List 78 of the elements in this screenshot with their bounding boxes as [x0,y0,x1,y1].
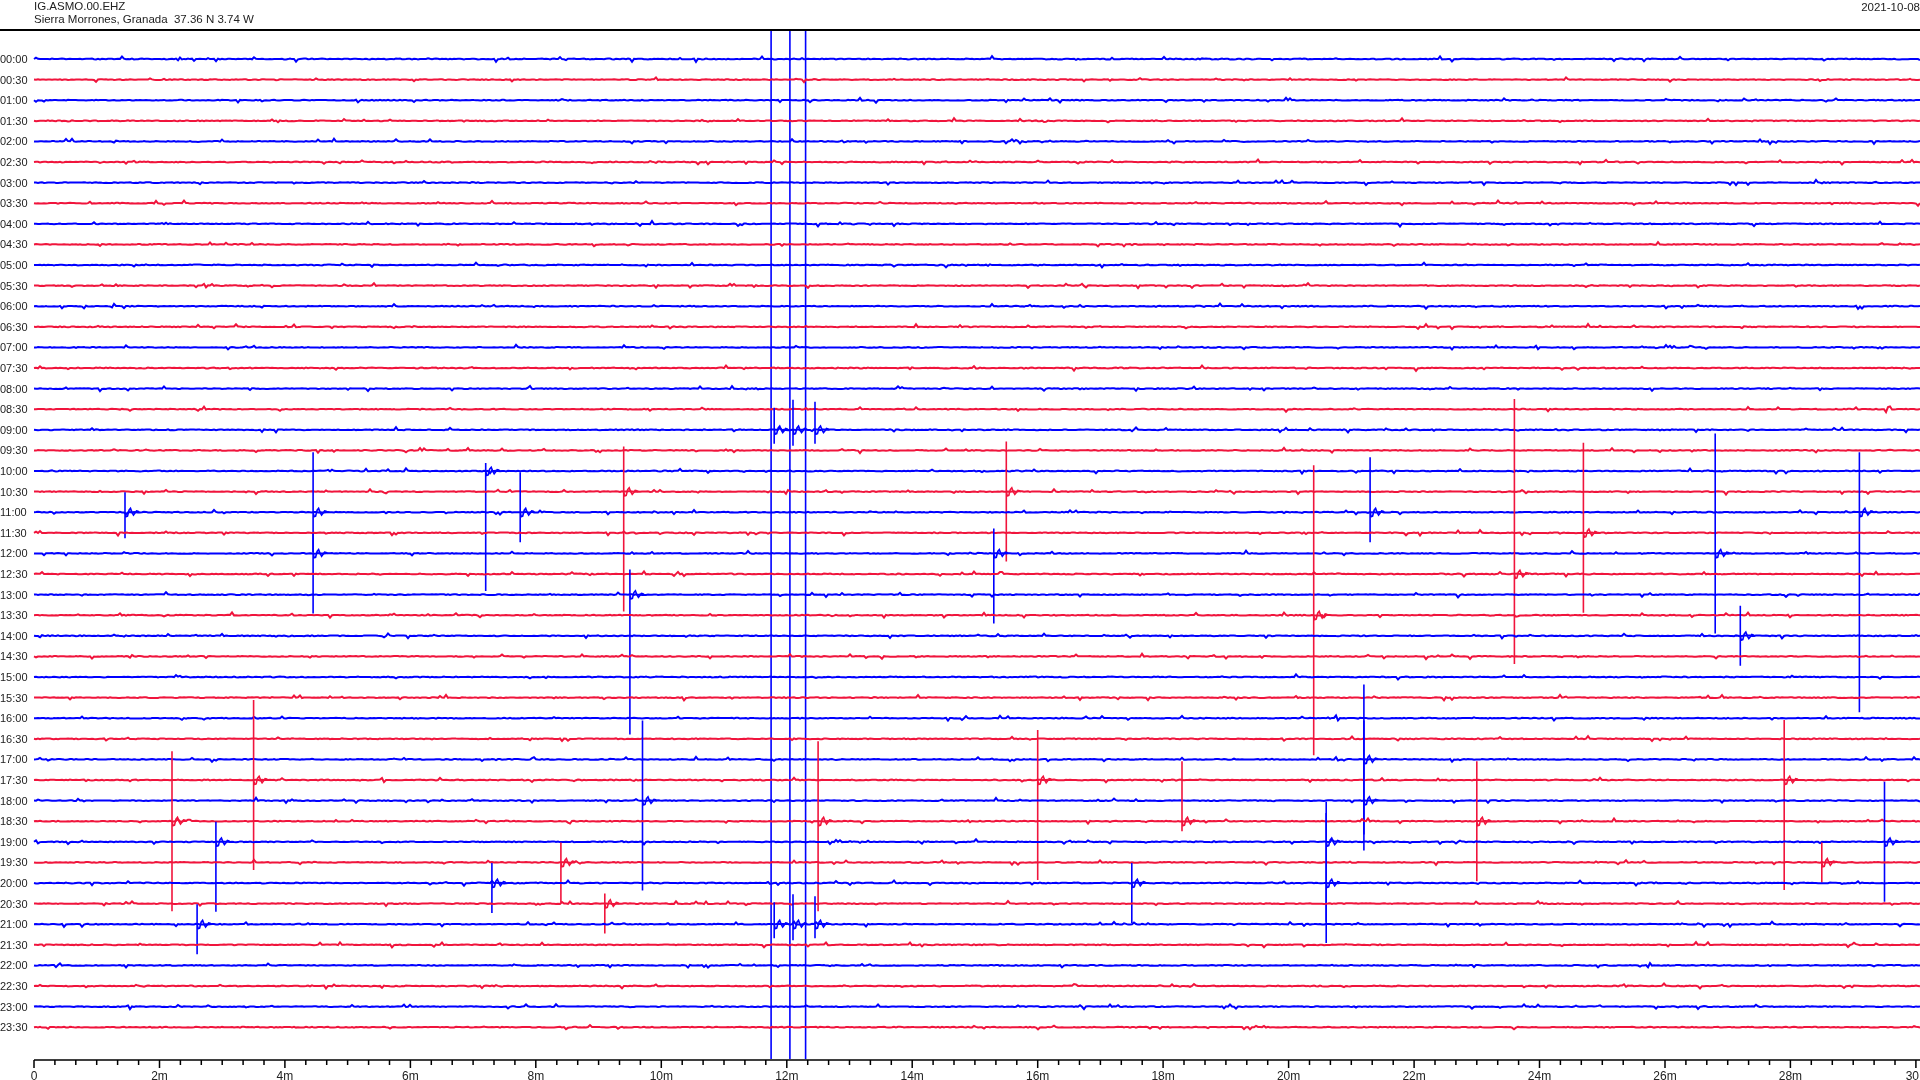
time-label: 07:30 [0,362,28,374]
station-location: Sierra Morrones, Granada 37.36 N 3.74 W [34,13,254,26]
time-label: 05:00 [0,259,28,271]
time-label: 02:30 [0,156,28,168]
seismic-spike [604,892,621,935]
time-label: 12:30 [0,568,28,580]
axis-label: 26m [1653,1069,1677,1080]
seismic-spike [124,491,141,539]
axis-label: 16m [1026,1069,1050,1080]
axis-label: 24m [1527,1069,1552,1080]
station-code: IG.ASMO.00.EHZ [34,0,126,13]
time-label: 01:00 [0,94,28,107]
time-label: 13:30 [0,609,28,622]
time-label: 10:00 [0,465,28,477]
time-label: 23:30 [0,1021,28,1034]
time-label: 14:00 [0,629,28,642]
time-label: 06:30 [0,320,28,333]
axis-label: 10m [649,1069,673,1080]
time-label: 10:30 [0,485,28,498]
axis-label: 28m [1778,1069,1803,1080]
seismic-spike [1739,605,1756,667]
time-label: 21:30 [0,938,28,951]
seismic-spike [491,862,508,914]
time-label: 18:30 [0,815,28,828]
time-label: 20:30 [0,897,28,910]
axis-label: 30 [1905,1069,1919,1080]
seismic-spike [1821,841,1838,884]
time-label: 13:00 [0,588,28,601]
time-label: 08:30 [0,403,28,416]
time-label: 15:00 [0,671,28,683]
seismic-spike [1131,862,1148,924]
seismic-spike [814,401,831,445]
seismic-spike [196,903,213,955]
date-label: 2021-10-08 [1861,1,1920,14]
axis-label: 0 [30,1069,38,1080]
seismic-spike [560,841,577,904]
time-label: 03:30 [0,197,28,210]
time-label: 02:00 [0,135,28,148]
time-label: 04:30 [0,238,28,251]
time-label: 17:30 [0,774,28,786]
time-label: 11:00 [0,506,27,519]
time-label: 22:00 [0,959,28,972]
seismic-spike [1181,760,1198,832]
time-label: 14:30 [0,650,28,663]
time-label: 05:30 [0,279,28,292]
time-label: 17:00 [0,753,28,766]
time-label: 08:00 [0,382,28,395]
time-label: 04:00 [0,217,28,230]
time-label: 09:00 [0,423,28,436]
axis-label: 20m [1276,1069,1301,1080]
axis-label: 22m [1402,1069,1426,1080]
time-label: 00:30 [0,73,28,86]
time-label: 23:00 [0,1000,28,1013]
time-label: 20:00 [0,877,28,889]
time-label: 07:00 [0,341,28,354]
time-label: 03:00 [0,176,28,189]
time-label: 11:30 [0,526,27,539]
time-label: 21:00 [0,918,28,931]
time-label: 06:00 [0,300,28,313]
time-label: 01:30 [0,114,28,127]
time-label: 22:30 [0,980,28,992]
axis-label: 14m [900,1069,924,1080]
time-label: 19:30 [0,856,28,869]
axis-label: 8m [527,1069,545,1080]
axis-label: 6m [402,1069,419,1080]
time-label: 12:00 [0,547,28,560]
time-label: 19:00 [0,835,28,848]
axis-label: 4m [276,1069,294,1080]
time-label: 00:00 [0,53,28,65]
seismic-spike [519,471,536,543]
time-label: 09:30 [0,444,28,457]
time-label: 18:00 [0,794,28,807]
time-label: 15:30 [0,691,28,704]
axis-label: 2m [151,1069,168,1080]
axis-label: 18m [1151,1069,1175,1080]
time-label: 16:30 [0,732,28,745]
axis-label: 12m [775,1069,799,1080]
time-label: 16:00 [0,712,28,725]
